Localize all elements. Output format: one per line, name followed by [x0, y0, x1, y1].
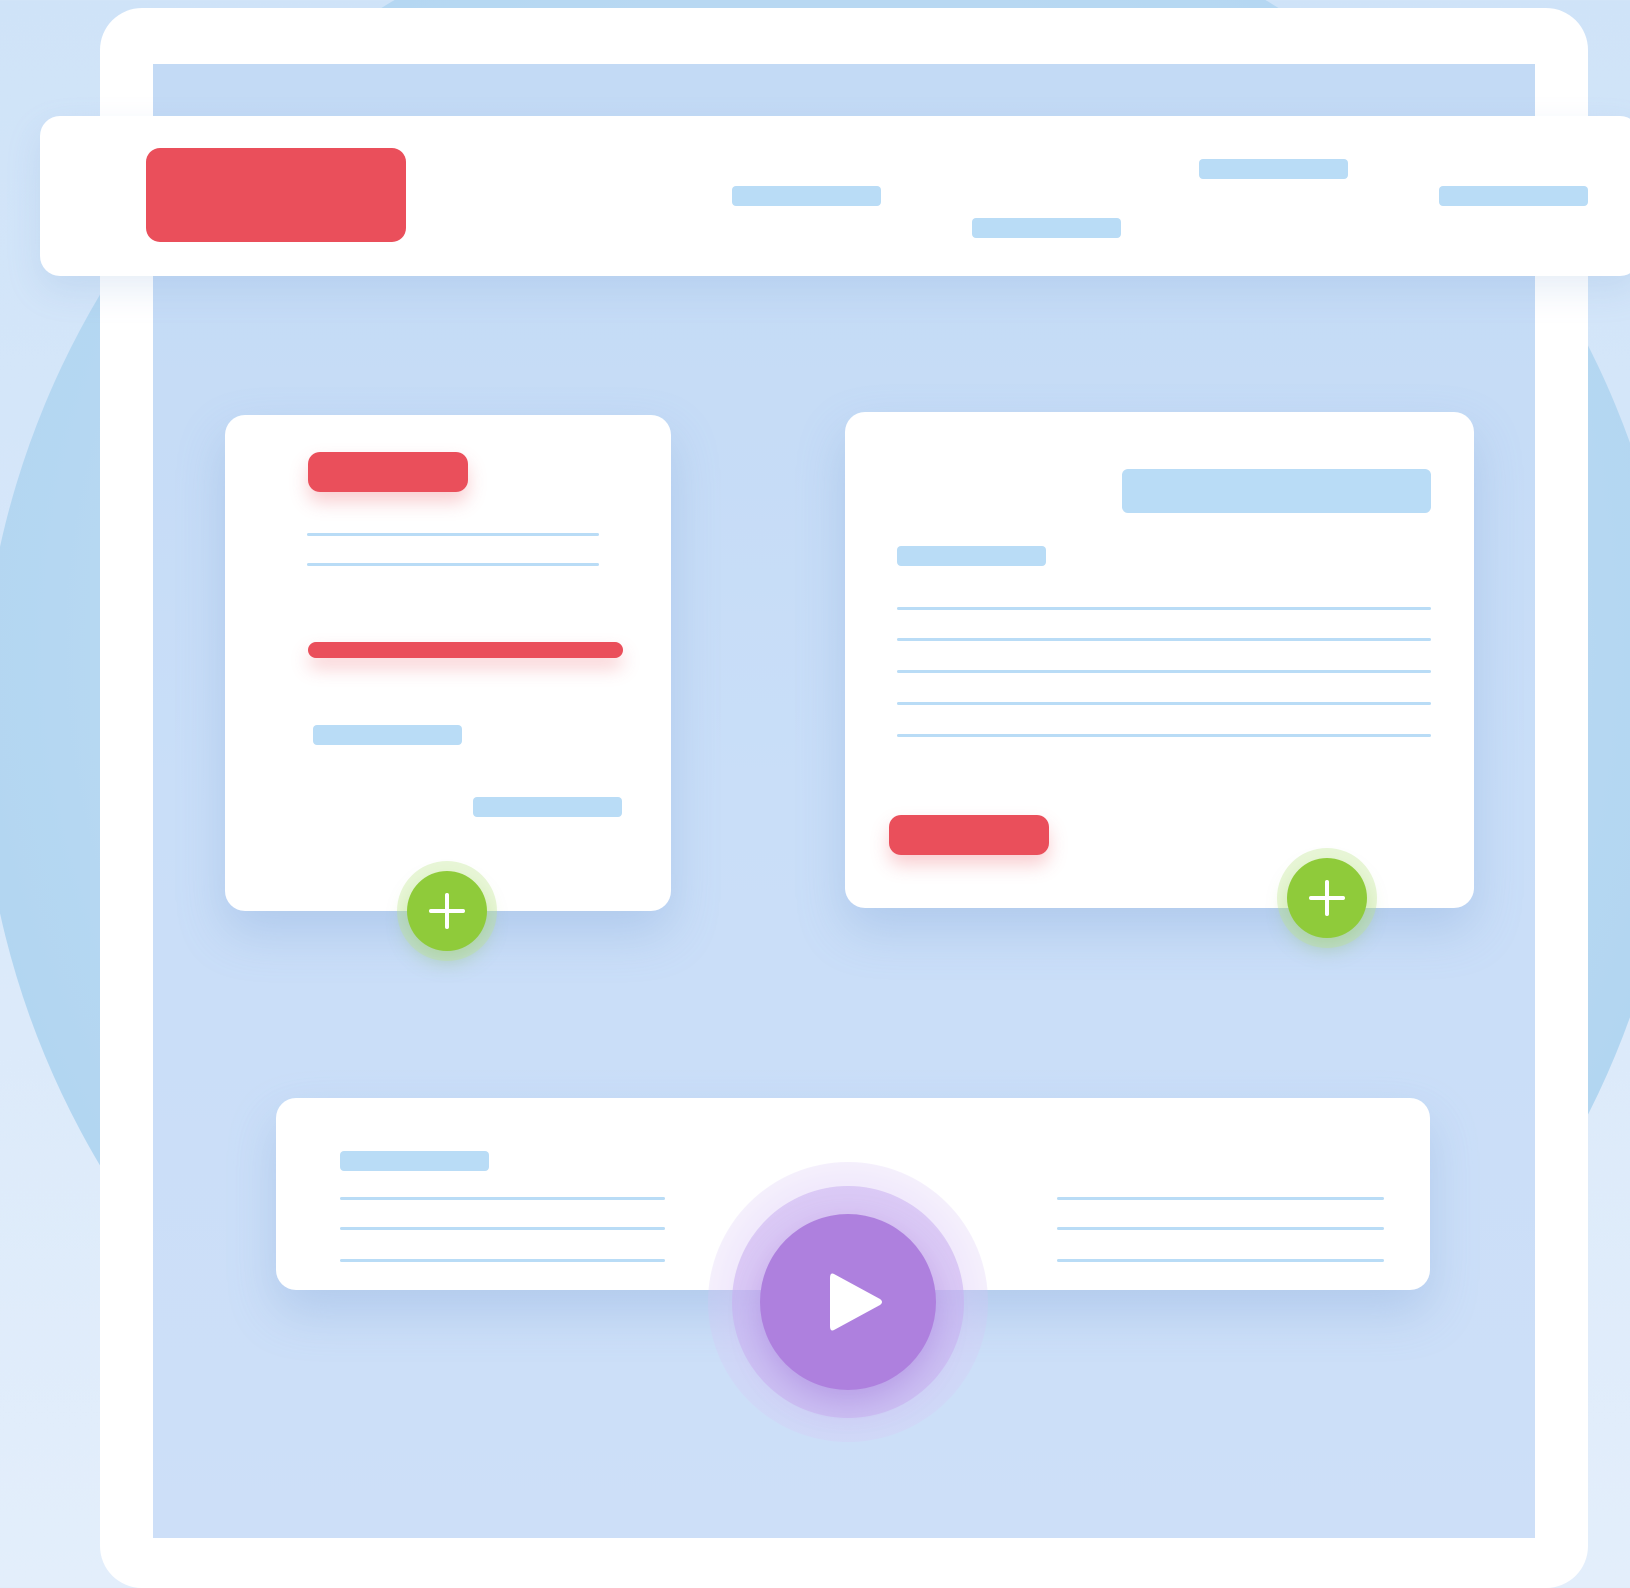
left-card-text-line — [307, 533, 599, 536]
left-card-link[interactable] — [473, 797, 622, 817]
left-card-text-line — [307, 563, 599, 566]
right-card-button[interactable] — [889, 815, 1049, 855]
bottom-card-text-line — [1057, 1197, 1384, 1200]
bottom-card-text-line — [1057, 1259, 1384, 1262]
right-card-text-line — [897, 670, 1431, 673]
bottom-card-text-line — [1057, 1227, 1384, 1230]
right-card-text-line — [897, 638, 1431, 641]
left-card-tag[interactable] — [308, 452, 468, 492]
bottom-card-text-line — [340, 1259, 665, 1262]
right-card-add-button[interactable] — [1287, 858, 1367, 938]
plus-icon — [1309, 880, 1345, 916]
left-card-label — [313, 725, 462, 745]
nav-link-4[interactable] — [1439, 186, 1588, 206]
play-button[interactable] — [760, 1214, 936, 1390]
logo-placeholder[interactable] — [146, 148, 406, 242]
right-card-text-line — [897, 734, 1431, 737]
right-card-title — [1122, 469, 1431, 513]
bottom-card-text-line — [340, 1227, 665, 1230]
right-card-text-line — [897, 607, 1431, 610]
nav-link-2[interactable] — [972, 218, 1121, 238]
plus-icon — [429, 893, 465, 929]
nav-link-3[interactable] — [1199, 159, 1348, 179]
play-icon — [830, 1273, 882, 1331]
left-card-add-button[interactable] — [407, 871, 487, 951]
nav-link-1[interactable] — [732, 186, 881, 206]
bottom-card-label — [340, 1151, 489, 1171]
right-card-subtitle — [897, 546, 1046, 566]
left-card-progress-bar — [308, 642, 623, 658]
bottom-card-text-line — [340, 1197, 665, 1200]
right-card-text-line — [897, 702, 1431, 705]
